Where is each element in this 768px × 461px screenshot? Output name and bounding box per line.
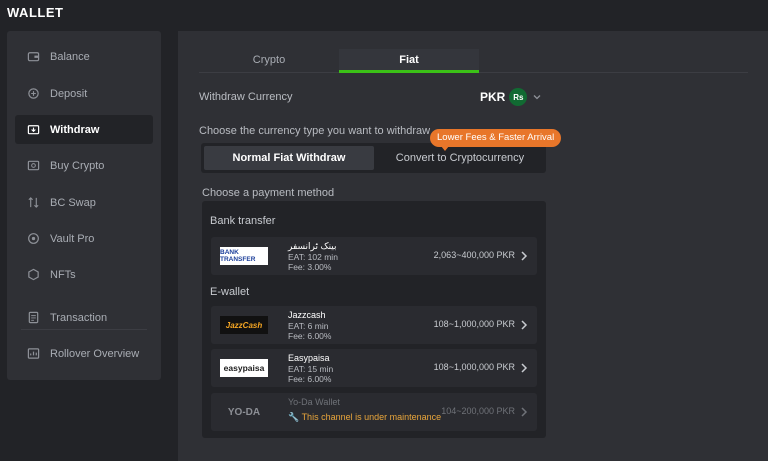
method-name: Easypaisa xyxy=(288,353,330,363)
currency-code: PKR xyxy=(480,90,506,104)
sidebar-item-label: Withdraw xyxy=(50,123,100,136)
method-name: بینک ٹرانسفر xyxy=(288,241,337,251)
sidebar-item-label: Vault Pro xyxy=(50,232,95,245)
sidebar-item-vault-pro[interactable]: Vault Pro xyxy=(15,224,153,253)
payment-method-label: Choose a payment method xyxy=(202,187,335,199)
sidebar-item-balance[interactable]: Balance xyxy=(15,42,153,71)
easypaisa-logo: easypaisa xyxy=(220,359,268,377)
method-range: 2,063~400,000 PKR xyxy=(433,250,515,260)
promo-badge: Lower Fees & Faster Arrival xyxy=(430,129,562,147)
wallet-icon xyxy=(26,50,40,64)
method-range: 104~200,000 PKR xyxy=(441,406,515,416)
wrench-icon: 🔧 xyxy=(288,412,300,422)
currency-type-label: Choose the currency type you want to wit… xyxy=(199,125,431,137)
app-title: WALLET xyxy=(7,5,64,20)
method-eat: EAT: 102 min xyxy=(288,252,338,262)
transaction-icon xyxy=(26,311,40,325)
withdraw-currency-label: Withdraw Currency xyxy=(199,91,293,103)
method-range: 108~1,000,000 PKR xyxy=(433,362,515,372)
sidebar-item-bc-swap[interactable]: BC Swap xyxy=(15,188,153,217)
payment-option-jazzcash[interactable]: JazzCash Jazzcash EAT: 6 min Fee: 6.00% … xyxy=(211,306,537,344)
tab-crypto[interactable]: Crypto xyxy=(199,49,339,73)
currency-symbol-badge: Rs xyxy=(509,88,528,106)
sidebar-item-label: Rollover Overview xyxy=(50,347,140,360)
sidebar-item-label: Transaction xyxy=(50,311,108,324)
sidebar-item-transaction[interactable]: Transaction xyxy=(15,303,153,332)
maintenance-notice: 🔧 This channel is under maintenance xyxy=(288,412,442,422)
tab-active-indicator xyxy=(339,70,479,73)
yoda-logo: YO-DA xyxy=(227,406,261,418)
method-eat: EAT: 15 min xyxy=(288,364,334,374)
currency-dropdown[interactable]: PKR Rs xyxy=(480,87,542,107)
main-panel: Crypto Fiat Withdraw Currency PKR Rs Cho… xyxy=(178,31,768,461)
jazzcash-logo: JazzCash xyxy=(220,316,268,334)
payment-method-list: Bank transfer BANK TRANSFER بینک ٹرانسفر… xyxy=(202,201,546,438)
chevron-right-icon xyxy=(521,363,528,373)
sidebar-item-label: Balance xyxy=(50,50,90,63)
convert-to-crypto-button[interactable]: Convert to Cryptocurrency xyxy=(377,146,543,170)
sidebar-item-label: Buy Crypto xyxy=(50,159,105,172)
currency-type-toggle: Normal Fiat Withdraw Convert to Cryptocu… xyxy=(201,143,546,173)
method-name: Jazzcash xyxy=(288,310,326,320)
sidebar-item-label: Deposit xyxy=(50,87,88,100)
chevron-right-icon xyxy=(521,407,528,417)
chevron-right-icon xyxy=(521,320,528,330)
top-bar: WALLET xyxy=(0,0,768,28)
method-fee: Fee: 3.00% xyxy=(288,262,332,272)
bank-transfer-logo: BANK TRANSFER xyxy=(220,247,268,265)
normal-fiat-withdraw-button[interactable]: Normal Fiat Withdraw xyxy=(204,146,374,170)
payment-option-easypaisa[interactable]: easypaisa Easypaisa EAT: 15 min Fee: 6.0… xyxy=(211,349,537,387)
withdraw-icon xyxy=(26,123,40,137)
buy-crypto-icon xyxy=(26,159,40,173)
sidebar-item-withdraw[interactable]: Withdraw xyxy=(15,115,153,144)
sidebar-item-label: NFTs xyxy=(50,268,76,281)
payment-option-yoda-wallet: YO-DA Yo-Da Wallet 🔧 This channel is und… xyxy=(211,393,537,431)
group-label-e-wallet: E-wallet xyxy=(210,286,250,298)
sidebar-item-label: BC Swap xyxy=(50,196,96,209)
rollover-icon xyxy=(26,347,40,361)
vault-icon xyxy=(26,232,40,246)
method-range: 108~1,000,000 PKR xyxy=(433,319,515,329)
sidebar-item-deposit[interactable]: Deposit xyxy=(15,79,153,108)
swap-icon xyxy=(26,196,40,210)
sidebar-item-buy-crypto[interactable]: Buy Crypto xyxy=(15,151,153,180)
method-eat: EAT: 6 min xyxy=(288,321,329,331)
sidebar-item-nfts[interactable]: NFTs xyxy=(15,260,153,289)
method-name: Yo-Da Wallet xyxy=(288,397,340,407)
chevron-right-icon xyxy=(521,251,528,261)
payment-option-bank-transfer[interactable]: BANK TRANSFER بینک ٹرانسفر EAT: 102 min … xyxy=(211,237,537,275)
promo-badge-tail xyxy=(441,146,449,151)
deposit-icon xyxy=(26,87,40,101)
sidebar-item-rollover-overview[interactable]: Rollover Overview xyxy=(15,339,153,368)
sidebar: Balance Deposit Withdraw Buy Crypto BC S… xyxy=(7,31,161,380)
method-fee: Fee: 6.00% xyxy=(288,331,332,341)
group-label-bank-transfer: Bank transfer xyxy=(210,215,276,227)
method-fee: Fee: 6.00% xyxy=(288,374,332,384)
chevron-down-icon xyxy=(533,95,541,100)
nft-icon xyxy=(26,268,40,282)
